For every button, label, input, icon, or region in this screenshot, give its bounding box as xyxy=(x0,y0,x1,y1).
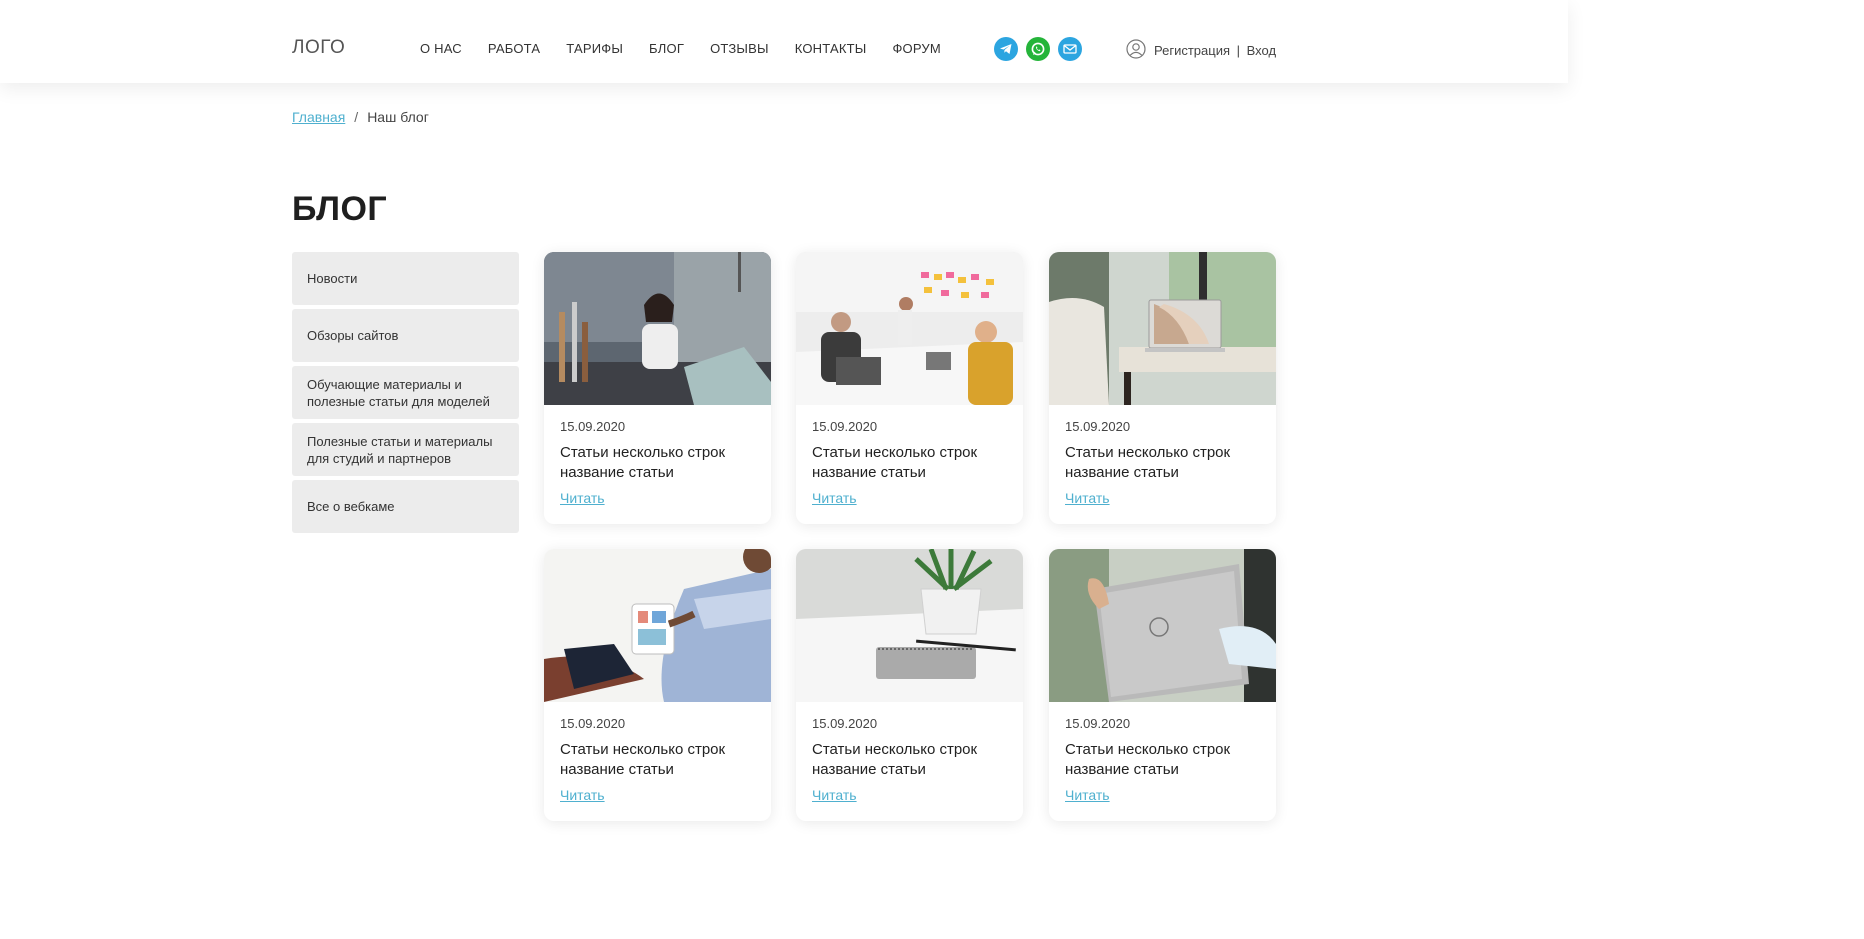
category-site-reviews[interactable]: Обзоры сайтов xyxy=(292,309,519,362)
article-title[interactable]: Статьи несколько строк название статьи xyxy=(560,740,760,780)
article-card[interactable]: 15.09.2020 Статьи несколько строк назван… xyxy=(544,549,771,821)
article-card[interactable]: 15.09.2020 Статьи несколько строк назван… xyxy=(544,252,771,524)
breadcrumb-separator: / xyxy=(354,109,359,125)
blog-categories: Новости Обзоры сайтов Обучающие материал… xyxy=(292,252,519,537)
category-model-materials[interactable]: Обучающие материалы и полезные статьи дл… xyxy=(292,366,519,419)
page-title: БЛОГ xyxy=(292,190,388,228)
nav-pricing[interactable]: ТАРИФЫ xyxy=(566,41,623,56)
article-title[interactable]: Статьи несколько строк название статьи xyxy=(812,740,1012,780)
article-date: 15.09.2020 xyxy=(812,419,878,434)
category-webcam[interactable]: Все о вебкаме xyxy=(292,480,519,533)
article-title[interactable]: Статьи несколько строк название статьи xyxy=(1065,740,1265,780)
telegram-icon[interactable] xyxy=(994,37,1018,61)
article-card[interactable]: 15.09.2020 Статьи несколько строк назван… xyxy=(1049,252,1276,524)
article-image xyxy=(796,549,1023,702)
read-link[interactable]: Читать xyxy=(812,490,857,506)
mail-icon[interactable] xyxy=(1058,37,1082,61)
site-header: ЛОГО О НАС РАБОТА ТАРИФЫ БЛОГ ОТЗЫВЫ КОН… xyxy=(0,0,1568,83)
auth-links: Регистрация | Вход xyxy=(1126,39,1276,62)
read-link[interactable]: Читать xyxy=(560,490,605,506)
article-image xyxy=(1049,549,1276,702)
article-card[interactable]: 15.09.2020 Статьи несколько строк назван… xyxy=(796,549,1023,821)
article-date: 15.09.2020 xyxy=(812,716,878,731)
user-icon xyxy=(1126,39,1146,62)
nav-about[interactable]: О НАС xyxy=(420,41,462,56)
main-nav: О НАС РАБОТА ТАРИФЫ БЛОГ ОТЗЫВЫ КОНТАКТЫ… xyxy=(420,41,941,56)
auth-separator: | xyxy=(1236,43,1241,58)
nav-forum[interactable]: ФОРУМ xyxy=(892,41,940,56)
article-image xyxy=(544,549,771,702)
register-link[interactable]: Регистрация xyxy=(1154,43,1230,58)
nav-contacts[interactable]: КОНТАКТЫ xyxy=(795,41,867,56)
logo[interactable]: ЛОГО xyxy=(292,37,345,59)
article-title[interactable]: Статьи несколько строк название статьи xyxy=(560,443,760,483)
whatsapp-icon[interactable] xyxy=(1026,37,1050,61)
article-date: 15.09.2020 xyxy=(560,716,626,731)
article-image xyxy=(796,252,1023,405)
login-link[interactable]: Вход xyxy=(1247,43,1276,58)
category-studio-materials[interactable]: Полезные статьи и материалы для студий и… xyxy=(292,423,519,476)
nav-work[interactable]: РАБОТА xyxy=(488,41,540,56)
breadcrumb-current: Наш блог xyxy=(367,109,429,125)
social-links xyxy=(994,37,1082,61)
read-link[interactable]: Читать xyxy=(1065,490,1110,506)
article-card[interactable]: 15.09.2020 Статьи несколько строк назван… xyxy=(796,252,1023,524)
read-link[interactable]: Читать xyxy=(560,787,605,803)
breadcrumb-home[interactable]: Главная xyxy=(292,109,345,125)
article-image xyxy=(544,252,771,405)
article-title[interactable]: Статьи несколько строк название статьи xyxy=(812,443,1012,483)
nav-reviews[interactable]: ОТЗЫВЫ xyxy=(710,41,769,56)
read-link[interactable]: Читать xyxy=(812,787,857,803)
article-card[interactable]: 15.09.2020 Статьи несколько строк назван… xyxy=(1049,549,1276,821)
article-date: 15.09.2020 xyxy=(560,419,626,434)
article-title[interactable]: Статьи несколько строк название статьи xyxy=(1065,443,1265,483)
article-date: 15.09.2020 xyxy=(1065,716,1131,731)
category-news[interactable]: Новости xyxy=(292,252,519,305)
read-link[interactable]: Читать xyxy=(1065,787,1110,803)
nav-blog[interactable]: БЛОГ xyxy=(649,41,684,56)
breadcrumb: Главная / Наш блог xyxy=(292,109,429,125)
article-date: 15.09.2020 xyxy=(1065,419,1131,434)
article-image xyxy=(1049,252,1276,405)
